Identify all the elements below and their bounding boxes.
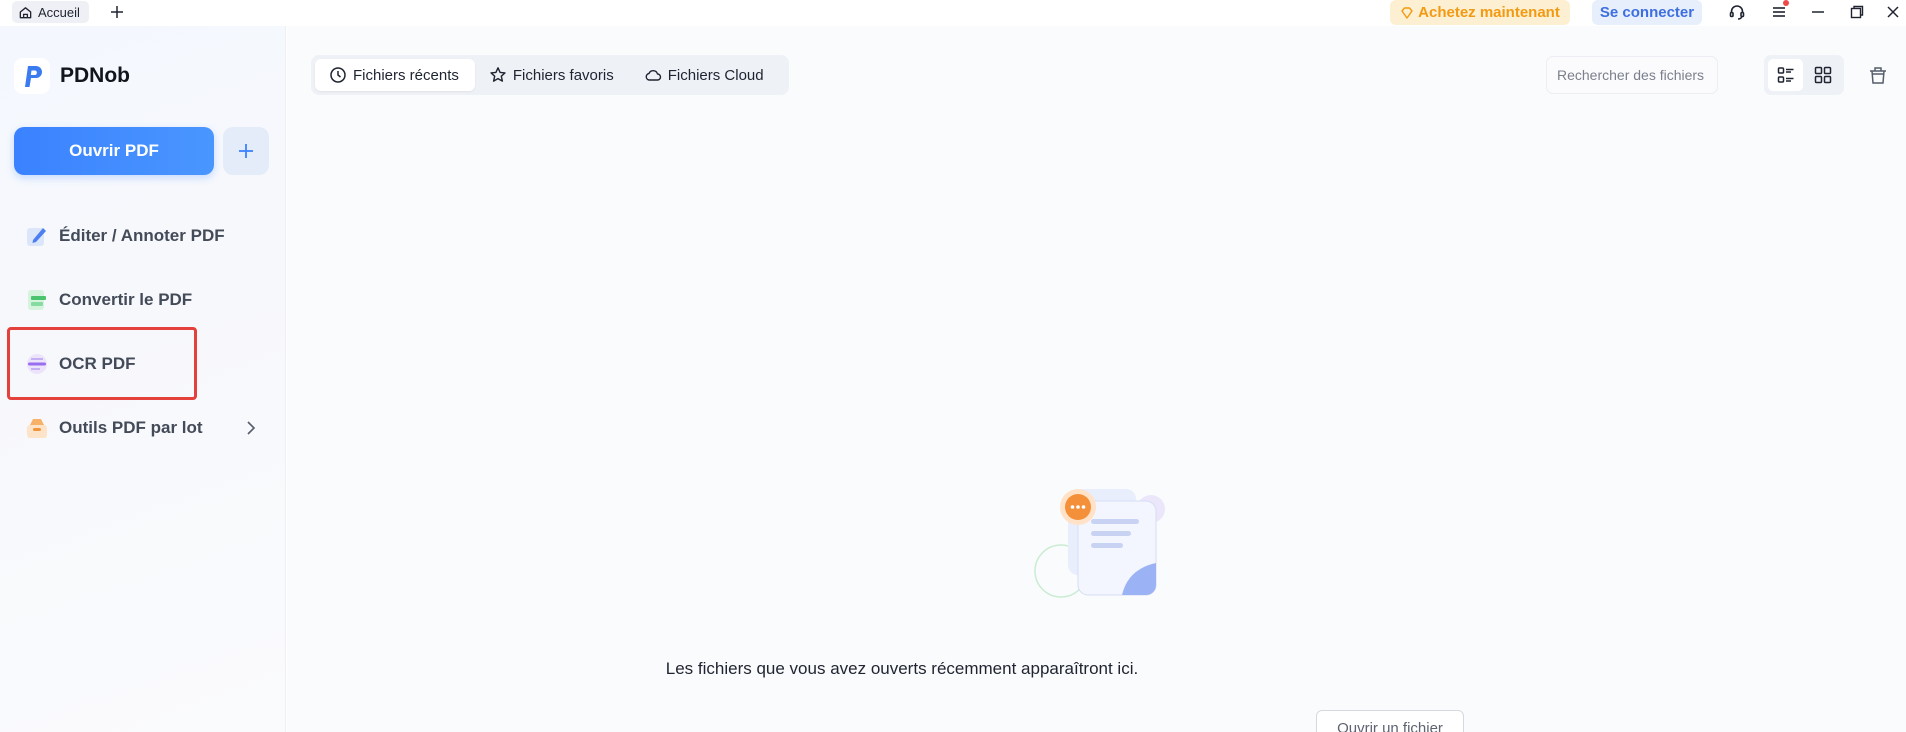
headset-icon (1729, 5, 1745, 20)
title-bar: Accueil Achetez maintenant Se connecter (0, 0, 1906, 26)
support-button[interactable] (1724, 0, 1750, 24)
sidebar: PDNob Ouvrir PDF Éditer / Annoter PDF Co… (0, 26, 286, 732)
login-button[interactable]: Se connecter (1592, 0, 1702, 25)
list-view-button[interactable] (1768, 59, 1803, 91)
open-file-label: Ouvrir un fichier (1337, 719, 1443, 732)
ocr-icon (27, 354, 47, 374)
sidebar-item-label: Outils PDF par lot (59, 418, 203, 437)
file-tabs: Fichiers récents Fichiers favoris Fichie… (311, 55, 789, 95)
restore-icon (1850, 5, 1864, 19)
tab-recent-files[interactable]: Fichiers récents (315, 59, 475, 91)
tab-favorite-files[interactable]: Fichiers favoris (475, 59, 630, 91)
open-pdf-button[interactable]: Ouvrir PDF (14, 127, 214, 175)
pdnob-logo-icon (14, 58, 50, 94)
grid-view-icon (1814, 66, 1831, 84)
menu-button[interactable] (1766, 0, 1792, 24)
restore-button[interactable] (1844, 0, 1870, 24)
app-logo: PDNob (14, 58, 130, 94)
home-tab[interactable]: Accueil (12, 1, 89, 23)
sidebar-item-batch[interactable]: Outils PDF par lot (24, 408, 264, 448)
sidebar-item-edit[interactable]: Éditer / Annoter PDF (24, 216, 264, 256)
close-button[interactable] (1880, 0, 1906, 24)
batch-icon (27, 419, 47, 438)
buy-now-label: Achetez maintenant (1418, 4, 1560, 21)
tab-label: Fichiers favoris (512, 66, 614, 84)
login-label: Se connecter (1599, 4, 1695, 21)
close-icon (1887, 6, 1899, 18)
home-icon (19, 6, 32, 18)
home-tab-label: Accueil (38, 4, 80, 20)
trash-icon[interactable] (1866, 63, 1890, 87)
star-icon (490, 67, 506, 82)
add-button[interactable] (223, 127, 269, 175)
open-pdf-label: Ouvrir PDF (69, 141, 159, 160)
view-toggle (1764, 55, 1844, 95)
app-name: PDNob (60, 64, 130, 87)
open-file-button[interactable]: Ouvrir un fichier (1316, 710, 1464, 732)
sidebar-item-label: Éditer / Annoter PDF (59, 226, 225, 245)
sidebar-item-label: OCR PDF (59, 354, 136, 373)
diamond-icon (1401, 6, 1413, 19)
grid-view-button[interactable] (1805, 59, 1840, 91)
chevron-right-icon (247, 421, 256, 435)
sidebar-item-label: Convertir le PDF (59, 290, 193, 309)
sidebar-item-ocr[interactable]: OCR PDF (24, 344, 264, 384)
empty-files-illustration (1034, 489, 1165, 598)
main-panel: Fichiers récents Fichiers favoris Fichie… (287, 26, 1906, 732)
buy-now-button[interactable]: Achetez maintenant (1390, 0, 1570, 25)
tab-label: Fichiers récents (353, 66, 459, 84)
new-tab-button[interactable] (106, 1, 128, 23)
list-view-icon (1777, 67, 1793, 83)
plus-icon (239, 144, 253, 158)
cloud-icon (645, 70, 661, 81)
minimize-icon (1812, 11, 1824, 13)
notification-dot (1783, 0, 1789, 6)
sidebar-item-convert[interactable]: Convertir le PDF (24, 280, 264, 320)
minimize-button[interactable] (1805, 0, 1831, 24)
tab-label: Fichiers Cloud (667, 66, 764, 84)
clock-icon (330, 67, 346, 83)
convert-icon (28, 290, 46, 310)
plus-icon (111, 6, 123, 18)
search-input[interactable] (1546, 56, 1718, 94)
empty-state-message: Les fichiers que vous avez ouverts récem… (665, 659, 1139, 678)
edit-icon (27, 228, 46, 246)
tab-cloud-files[interactable]: Fichiers Cloud (630, 59, 780, 91)
